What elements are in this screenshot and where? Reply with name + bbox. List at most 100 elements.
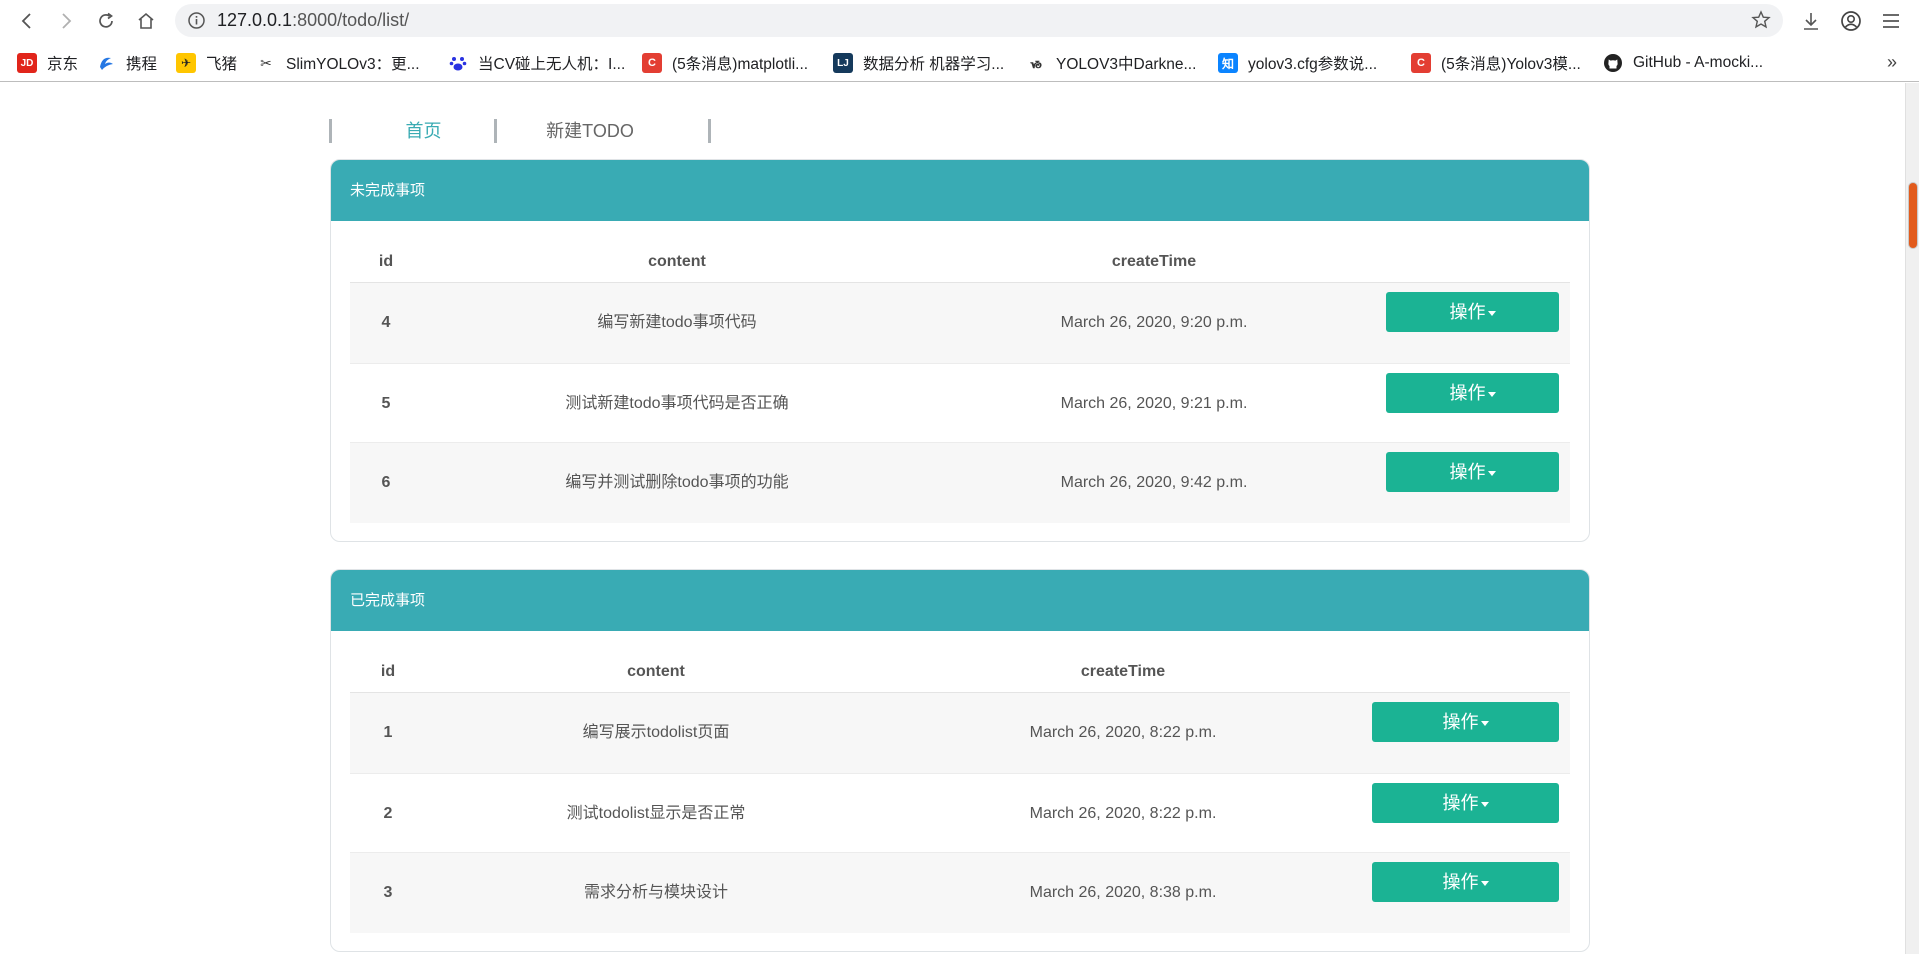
table-row: 5 测试新建todo事项代码是否正确 March 26, 2020, 9:21 …	[350, 363, 1570, 443]
action-dropdown-button[interactable]: 操作	[1372, 783, 1559, 823]
bookmark-item[interactable]: ᏹ YOLOV3中Darkne...	[1026, 50, 1196, 76]
caret-down-icon	[1487, 470, 1496, 476]
account-button[interactable]	[1838, 8, 1864, 34]
bookmark-label: (5条消息)matplotli...	[672, 56, 809, 73]
bookmark-label: 当CV碰上无人机：I...	[478, 56, 626, 73]
cell-id: 2	[383, 805, 393, 822]
csdn-icon: C	[642, 53, 662, 73]
cell-content: 编写新建todo事项代码	[597, 314, 757, 331]
url-host: 127.0.0.1	[217, 10, 293, 30]
action-dropdown-button[interactable]: 操作	[1386, 452, 1559, 492]
action-dropdown-button[interactable]: 操作	[1386, 292, 1559, 332]
bookmark-star-icon[interactable]	[1751, 10, 1771, 30]
action-dropdown-button[interactable]: 操作	[1386, 373, 1559, 413]
caret-down-icon	[1480, 801, 1489, 807]
cell-id: 3	[383, 884, 393, 901]
forward-button[interactable]	[53, 8, 79, 34]
back-button[interactable]	[14, 8, 40, 34]
cell-content: 需求分析与模块设计	[583, 884, 729, 901]
bookmark-item[interactable]: 知 yolov3.cfg参数说...	[1218, 50, 1377, 76]
reload-button[interactable]	[93, 8, 119, 34]
bookmark-label: GitHub - A-mocki...	[1633, 54, 1764, 71]
column-header-content: content	[648, 253, 706, 270]
vertical-scrollbar[interactable]	[1905, 83, 1919, 954]
table-row: 6 编写并测试删除todo事项的功能 March 26, 2020, 9:42 …	[350, 443, 1570, 523]
hamburger-menu-icon	[1883, 14, 1899, 28]
bookmark-item[interactable]: LJ 数据分析 机器学习...	[833, 50, 1004, 76]
scissors-icon: ✂	[256, 53, 276, 73]
reload-icon	[99, 12, 113, 28]
action-dropdown-button[interactable]: 操作	[1372, 702, 1559, 742]
menu-button[interactable]	[1878, 8, 1904, 34]
bookmark-item[interactable]: ✂ SlimYOLOv3：更...	[256, 50, 420, 76]
bookmark-label: 携程	[126, 56, 158, 73]
scrollbar-thumb[interactable]	[1909, 183, 1917, 248]
jianshu-icon: ᏹ	[1026, 53, 1046, 73]
zhihu-icon: 知	[1218, 53, 1238, 73]
action-label: 操作	[1442, 793, 1479, 813]
bookmark-label: 数据分析 机器学习...	[863, 56, 1005, 73]
lj-icon: LJ	[833, 53, 853, 73]
cell-id: 1	[383, 724, 393, 741]
cell-id: 4	[381, 314, 391, 331]
cell-createtime: March 26, 2020, 9:42 p.m.	[1060, 474, 1248, 491]
github-icon	[1603, 53, 1623, 73]
bookmark-item[interactable]: JD 京东	[17, 50, 78, 76]
bookmark-label: yolov3.cfg参数说...	[1248, 56, 1378, 73]
bookmark-item[interactable]: C (5条消息)Yolov3模...	[1411, 50, 1581, 76]
cell-id: 6	[381, 474, 391, 491]
bookmark-item[interactable]: ✈ 飞猪	[176, 50, 237, 76]
bookmark-item[interactable]: 当CV碰上无人机：I...	[448, 50, 625, 76]
url-path: :8000/todo/list/	[292, 10, 410, 30]
fliggy-icon: ✈	[176, 53, 196, 73]
forward-arrow-icon	[62, 13, 72, 29]
tab-new-todo[interactable]: 新建TODO	[497, 116, 683, 146]
caret-down-icon	[1480, 720, 1489, 726]
cell-createtime: March 26, 2020, 8:22 p.m.	[1029, 724, 1217, 741]
cell-content: 编写展示todolist页面	[582, 724, 730, 741]
cell-createtime: March 26, 2020, 9:20 p.m.	[1060, 314, 1248, 331]
action-label: 操作	[1442, 712, 1479, 732]
bookmarks-bar: JD 京东 携程 ✈ 飞猪 ✂ SlimYOLOv3：更... 当CV碰上无人机…	[0, 44, 1919, 82]
bookmark-label: (5条消息)Yolov3模...	[1441, 56, 1581, 73]
column-header-id: id	[378, 253, 394, 270]
table-row: 3 需求分析与模块设计 March 26, 2020, 8:38 p.m. 操作	[350, 853, 1570, 933]
page-content: 首页 新建TODO 未完成事项 id content createTime 4 …	[0, 83, 1905, 954]
url-text[interactable]: 127.0.0.1:8000/todo/list/	[217, 10, 409, 31]
complete-panel: 已完成事项 id content createTime 1 编写展示todoli…	[330, 569, 1590, 952]
cell-id: 5	[381, 395, 391, 412]
cell-content: 测试todolist显示是否正常	[566, 805, 746, 822]
action-dropdown-button[interactable]: 操作	[1372, 862, 1559, 902]
baidu-paw-icon	[448, 53, 468, 73]
complete-panel-title: 已完成事项	[331, 570, 1589, 631]
column-header-createtime: createTime	[1111, 253, 1197, 270]
bookmark-item[interactable]: C (5条消息)matplotli...	[642, 50, 808, 76]
incomplete-table: id content createTime 4 编写新建todo事项代码 Mar…	[350, 221, 1570, 523]
caret-down-icon	[1480, 880, 1489, 886]
column-header-createtime: createTime	[1080, 663, 1166, 680]
table-row: 4 编写新建todo事项代码 March 26, 2020, 9:20 p.m.…	[350, 283, 1570, 363]
cell-createtime: March 26, 2020, 8:38 p.m.	[1029, 884, 1217, 901]
home-button[interactable]	[133, 8, 159, 34]
action-label: 操作	[1442, 872, 1479, 892]
downloads-button[interactable]	[1798, 8, 1824, 34]
ctrip-icon	[96, 53, 116, 73]
home-icon	[138, 12, 154, 29]
cell-content: 测试新建todo事项代码是否正确	[565, 395, 789, 412]
complete-table: id content createTime 1 编写展示todolist页面 M…	[350, 631, 1570, 933]
bookmarks-overflow-button[interactable]: »	[1887, 52, 1897, 73]
bookmark-item[interactable]: 携程	[96, 50, 157, 76]
bookmark-label: 京东	[47, 56, 79, 73]
tab-divider	[708, 119, 711, 143]
address-bar[interactable]: 127.0.0.1:8000/todo/list/	[175, 4, 1783, 37]
cell-content: 编写并测试删除todo事项的功能	[565, 474, 789, 491]
incomplete-panel-title: 未完成事项	[331, 160, 1589, 221]
tab-home[interactable]: 首页	[332, 116, 515, 146]
caret-down-icon	[1487, 310, 1496, 316]
jd-icon: JD	[17, 53, 37, 73]
browser-toolbar: 127.0.0.1:8000/todo/list/	[0, 0, 1919, 41]
cell-createtime: March 26, 2020, 9:21 p.m.	[1060, 395, 1248, 412]
caret-down-icon	[1487, 391, 1496, 397]
bookmark-item[interactable]: GitHub - A-mocki...	[1603, 50, 1763, 76]
site-info-icon[interactable]	[187, 11, 206, 30]
